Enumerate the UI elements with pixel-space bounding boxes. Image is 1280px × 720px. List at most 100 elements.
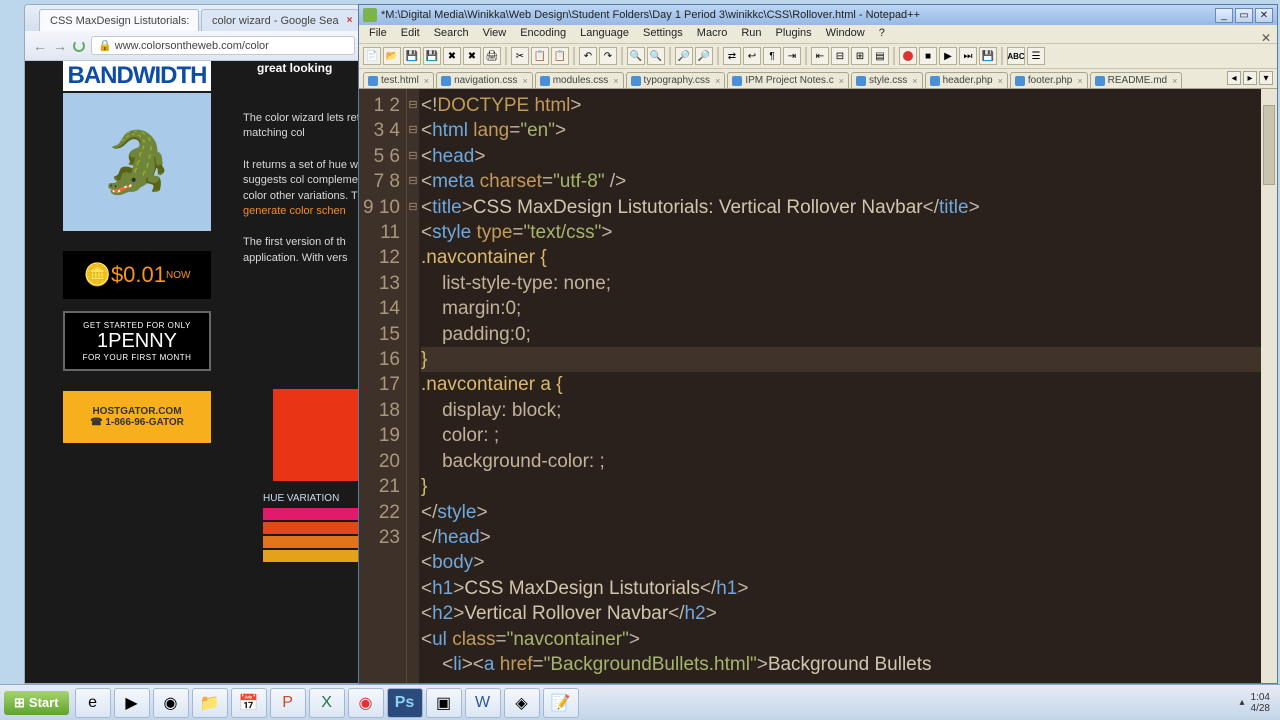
menu-view[interactable]: View — [477, 25, 513, 43]
task-calendar-icon[interactable]: 📅 — [231, 688, 267, 718]
clock[interactable]: 1:04 — [1251, 692, 1270, 703]
secondary-close-icon[interactable]: ✕ — [1261, 31, 1271, 45]
close-icon[interactable]: × — [522, 76, 527, 86]
task-explorer-icon[interactable]: 📁 — [192, 688, 228, 718]
file-tab[interactable]: README.md× — [1090, 72, 1183, 88]
file-tab[interactable]: test.html× — [363, 72, 434, 88]
doclist-icon[interactable]: ☰ — [1027, 47, 1045, 65]
allchars-icon[interactable]: ¶ — [763, 47, 781, 65]
task-excel-icon[interactable]: X — [309, 688, 345, 718]
copy-icon[interactable]: 📋 — [531, 47, 549, 65]
fold-icon[interactable]: ⊟ — [831, 47, 849, 65]
forward-icon[interactable]: → — [53, 38, 67, 54]
task-record-icon[interactable]: ◉ — [348, 688, 384, 718]
file-tab[interactable]: style.css× — [851, 72, 923, 88]
menu-macro[interactable]: Macro — [691, 25, 734, 43]
close-icon[interactable]: × — [1172, 76, 1177, 86]
menu-settings[interactable]: Settings — [637, 25, 689, 43]
scroll-thumb[interactable] — [1263, 105, 1275, 185]
task-chrome-icon[interactable]: ◉ — [153, 688, 189, 718]
hue-bar[interactable] — [263, 508, 364, 520]
indent-icon[interactable]: ⇥ — [783, 47, 801, 65]
saveall-icon[interactable]: 💾 — [423, 47, 441, 65]
close-icon[interactable]: × — [347, 15, 353, 26]
task-word-icon[interactable]: W — [465, 688, 501, 718]
vertical-scrollbar[interactable] — [1261, 89, 1277, 683]
tab-next-icon[interactable]: ▸ — [1243, 71, 1257, 85]
file-tab[interactable]: navigation.css× — [436, 72, 533, 88]
tab-prev-icon[interactable]: ◂ — [1227, 71, 1241, 85]
zoomout-icon[interactable]: 🔎 — [695, 47, 713, 65]
file-tab[interactable]: IPM Project Notes.c× — [727, 72, 849, 88]
task-ie-icon[interactable]: е — [75, 688, 111, 718]
scheme-link[interactable]: generate color schen — [243, 205, 346, 217]
task-notepadpp-icon[interactable]: 📝 — [543, 688, 579, 718]
zoomin-icon[interactable]: 🔎 — [675, 47, 693, 65]
hue-bar[interactable] — [263, 550, 364, 562]
redo-icon[interactable]: ↷ — [599, 47, 617, 65]
guides-icon[interactable]: ▤ — [871, 47, 889, 65]
paste-icon[interactable]: 📋 — [551, 47, 569, 65]
task-powerpoint-icon[interactable]: P — [270, 688, 306, 718]
record-icon[interactable] — [899, 47, 917, 65]
task-cmd-icon[interactable]: ▣ — [426, 688, 462, 718]
savemacro-icon[interactable]: 💾 — [979, 47, 997, 65]
file-tab[interactable]: header.php× — [925, 72, 1008, 88]
tray-expand-icon[interactable]: ▴ — [1240, 697, 1245, 708]
menu-edit[interactable]: Edit — [395, 25, 426, 43]
menu-language[interactable]: Language — [574, 25, 635, 43]
outdent-icon[interactable]: ⇤ — [811, 47, 829, 65]
sync-icon[interactable]: ⇄ — [723, 47, 741, 65]
maximize-button[interactable]: ▭ — [1235, 8, 1253, 23]
hostgator-box[interactable]: HOSTGATOR.COM ☎ 1-866-96-GATOR — [63, 391, 211, 443]
close-icon[interactable]: × — [197, 15, 199, 26]
playmulti-icon[interactable]: ⏭ — [959, 47, 977, 65]
color-swatch[interactable] — [273, 389, 364, 481]
hue-bar[interactable] — [263, 536, 364, 548]
close-icon[interactable]: × — [424, 76, 429, 86]
menu-plugins[interactable]: Plugins — [770, 25, 818, 43]
date[interactable]: 4/28 — [1251, 703, 1270, 714]
stop-icon[interactable]: ■ — [919, 47, 937, 65]
find-icon[interactable]: 🔍 — [627, 47, 645, 65]
spell-icon[interactable]: ABC — [1007, 47, 1025, 65]
menu-help[interactable]: ? — [873, 25, 891, 43]
closeall-icon[interactable]: ✖ — [463, 47, 481, 65]
task-photoshop-icon[interactable]: Ps — [387, 688, 423, 718]
replace-icon[interactable]: 🔍 — [647, 47, 665, 65]
url-input[interactable]: 🔒 www.colorsontheweb.com/color — [91, 36, 355, 55]
wordwrap-icon[interactable]: ↩ — [743, 47, 761, 65]
close-icon[interactable]: × — [998, 76, 1003, 86]
task-lightroom-icon[interactable]: ◈ — [504, 688, 540, 718]
close-tab-icon[interactable]: ✖ — [443, 47, 461, 65]
task-media-icon[interactable]: ▶ — [114, 688, 150, 718]
menu-encoding[interactable]: Encoding — [514, 25, 572, 43]
close-icon[interactable]: × — [715, 76, 720, 86]
tab-list-icon[interactable]: ▾ — [1259, 71, 1273, 85]
menu-search[interactable]: Search — [428, 25, 475, 43]
cut-icon[interactable]: ✂ — [511, 47, 529, 65]
undo-icon[interactable]: ↶ — [579, 47, 597, 65]
menu-window[interactable]: Window — [820, 25, 871, 43]
print-icon[interactable]: 🖨 — [483, 47, 501, 65]
file-tab[interactable]: footer.php× — [1010, 72, 1088, 88]
close-icon[interactable]: × — [839, 76, 844, 86]
open-icon[interactable]: 📂 — [383, 47, 401, 65]
menu-run[interactable]: Run — [735, 25, 767, 43]
minimize-button[interactable]: _ — [1215, 8, 1233, 23]
close-icon[interactable]: × — [912, 76, 917, 86]
titlebar[interactable]: *M:\Digital Media\Winikka\Web Design\Stu… — [359, 5, 1277, 25]
reload-icon[interactable] — [73, 40, 85, 52]
close-icon[interactable]: × — [1077, 76, 1082, 86]
new-icon[interactable]: 📄 — [363, 47, 381, 65]
menu-file[interactable]: File — [363, 25, 393, 43]
hue-bar[interactable] — [263, 522, 364, 534]
file-tab[interactable]: modules.css× — [535, 72, 624, 88]
back-icon[interactable]: ← — [33, 38, 47, 54]
save-icon[interactable]: 💾 — [403, 47, 421, 65]
code-area[interactable]: <!DOCTYPE html> <html lang="en"> <head> … — [419, 89, 1277, 683]
browser-tab-css[interactable]: CSS MaxDesign Listutorials:× — [39, 9, 199, 31]
system-tray[interactable]: ▴ 1:04 4/28 — [1240, 692, 1277, 714]
unfold-icon[interactable]: ⊞ — [851, 47, 869, 65]
start-button[interactable]: ⊞ Start — [4, 691, 69, 715]
